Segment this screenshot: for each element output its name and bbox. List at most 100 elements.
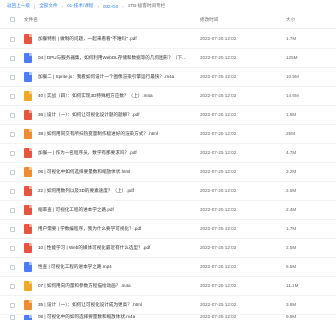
file-name[interactable]: 38 | 如何用同交有所扫热变量制作极进好的渲染方式？.html [38,131,188,137]
file-name[interactable]: 加餐一 | 作为一名程序员，数学有那要求吗？.pdf [38,150,188,156]
file-name[interactable]: 07 | 如何用向内量和参数方程描绘动画？.m4a [38,283,188,289]
file-modified-time: 2022-07-25 12:02 [200,150,237,155]
row-checkbox[interactable] [10,94,15,99]
file-name[interactable]: 35 | 设计（一）：如何让可视化设计成为更高？.html [38,302,188,308]
html-file-icon [24,167,32,177]
breadcrumb-back-link[interactable]: 返回上一级 [6,3,31,9]
breadcrumb-separator: › [97,3,99,9]
file-row[interactable]: 35 | 设计（一）：如何让可视化设计成为更高？.html 2022-07-25… [0,295,336,315]
file-size: 125M [286,55,298,60]
file-list-header: 文件名 修改时间 大小 [0,12,336,29]
breadcrumb-separator: › [122,3,124,9]
html-file-icon [24,300,32,310]
column-header-size[interactable]: 大小 [286,17,295,23]
file-name[interactable]: 22 | 如何用数列以及3D的要素速度？（上）.pdf [38,188,188,194]
file-row[interactable]: 08 | 可视化中的如何选择要量数和缩放体状.m4a 2022-07-25 12… [0,314,336,320]
file-row[interactable]: 10 | 性能学习 | Web的媒体可视化最近有什么选型？.pdf 2022-0… [0,238,336,258]
row-checkbox[interactable] [10,189,15,194]
row-checkbox[interactable] [10,208,15,213]
file-modified-time: 2022-07-25 12:02 [200,55,237,60]
file-row[interactable]: 04 | DPU与服务器集，如何利用WebDL存储和数据等的几何图形？（下）.m… [0,48,336,68]
row-checkbox[interactable] [10,132,15,137]
file-size: 2.5M [286,188,297,193]
file-row[interactable]: 38 | 如何用同交有所扫热变量制作极进好的渲染方式？.html 2022-07… [0,124,336,144]
file-row[interactable]: 07 | 如何用向内量和参数方程描绘动画？.m4a 2022-07-25 12:… [0,276,336,296]
file-row[interactable]: 加餐一 | 作为一名程序员，数学有那要求吗？.pdf 2022-07-25 12… [0,143,336,163]
mp4-file-icon [24,262,32,272]
file-size: 10.9M [286,74,299,79]
pdf-file-icon [24,205,32,215]
column-header-time[interactable]: 修改时间 [200,17,218,23]
breadcrumb: 返回上一级 | 全部文件 › 01-技术/课程 › 002-G0 › 1TB-极… [0,0,336,12]
file-row[interactable]: 40 | 实战（四）：如何实现3D特殊相方应数？（上）.m4a 2022-07-… [0,86,336,106]
breadcrumb-separator: | [33,3,36,9]
breadcrumb-item-current: 1TB-极客时间专栏 [127,3,166,8]
file-size: 3.8M [286,302,297,307]
row-checkbox[interactable] [10,170,15,175]
file-name[interactable]: 缩率查 | 可视化工程的进本学之路.pdf [38,207,188,213]
html-file-icon [24,129,32,139]
row-checkbox[interactable] [10,315,15,320]
pdf-file-icon [24,224,32,234]
file-size: 2.4M [286,207,297,212]
file-name[interactable]: 06 | 可视化中如何选择要量数和缩放体状.html [38,169,188,175]
file-modified-time: 2022-07-25 12:02 [200,93,237,98]
file-row[interactable]: 加餐二 | Sprite.js：我看如何设计一个图像渲染引擎运行最快？.m4a … [0,67,336,87]
mp4-file-icon [24,72,32,82]
column-header-name[interactable]: 文件名 [24,17,38,23]
row-checkbox[interactable] [10,113,15,118]
file-size: 9.9M [286,314,297,319]
file-size: 1.7M [286,226,297,231]
breadcrumb-item-all-files[interactable]: 全部文件 [38,3,58,9]
row-checkbox[interactable] [10,303,15,308]
file-size: 14.6M [286,93,299,98]
select-all-checkbox[interactable] [10,17,15,22]
mp3-file-icon [24,91,32,101]
file-modified-time: 2022-07-25 12:02 [200,188,237,193]
file-size: 6.5M [286,264,297,269]
file-modified-time: 2022-07-25 12:02 [200,302,237,307]
breadcrumb-item-tech-courses[interactable]: 01-技术/课程 [66,3,94,9]
file-modified-time: 2022-07-25 12:02 [200,264,237,269]
file-name[interactable]: 10 | 性能学习 | Web的媒体可视化最近有什么选型？.pdf [38,245,188,251]
file-name[interactable]: 加餐特别 | 做制的问题，一起来看看"不难吗" .pdf [38,36,188,42]
file-name[interactable]: 36 | 设计（一）：如何让可视化设计题的题解？.pdf [38,112,188,118]
file-modified-time: 2022-07-25 12:02 [200,169,237,174]
file-name[interactable]: 40 | 实战（四）：如何实现3D特殊相方应数？（上）.m4a [38,93,188,99]
row-checkbox[interactable] [10,227,15,232]
row-checkbox[interactable] [10,75,15,80]
row-checkbox[interactable] [10,56,15,61]
pdf-file-icon [24,243,32,253]
file-name[interactable]: 性查 | 可视化工程的进本学之路.mp4 [38,264,188,270]
file-name[interactable]: 用户需要 | 学数编程序，我为什么要学可视化？.pdf [38,226,188,232]
row-checkbox[interactable] [10,151,15,156]
file-modified-time: 2022-07-25 12:02 [200,314,237,319]
file-name[interactable]: 加餐二 | Sprite.js：我看如何设计一个图像渲染引擎运行最快？.m4a [38,74,188,80]
file-row[interactable]: 加餐特别 | 做制的问题，一起来看看"不难吗" .pdf 2022-07-25 … [0,29,336,49]
file-modified-time: 2022-07-25 12:02 [200,226,237,231]
pdf-file-icon [24,148,32,158]
row-checkbox[interactable] [10,284,15,289]
breadcrumb-item-go[interactable]: 002-G0 [102,4,119,9]
mp3-file-icon [24,281,32,291]
file-size: 4.7M [286,150,297,155]
file-modified-time: 2022-07-25 12:02 [200,207,237,212]
file-size: 2.5M [286,245,297,250]
pdf-file-icon [24,186,32,196]
file-modified-time: 2022-07-25 12:02 [200,131,237,136]
file-name[interactable]: 04 | DPU与服务器集，如何利用WebDL存储和数据等的几何图形？（下）.m… [38,55,188,61]
file-row[interactable]: 缩率查 | 可视化工程的进本学之路.pdf 2022-07-25 12:02 2… [0,200,336,220]
file-size: 25M [286,131,295,136]
file-row[interactable]: 06 | 可视化中如何选择要量数和缩放体状.html 2022-07-25 12… [0,162,336,182]
file-name[interactable]: 08 | 可视化中的如何选择要量数和缩放体状.m4a [38,314,188,320]
file-row[interactable]: 22 | 如何用数列以及3D的要素速度？（上）.pdf 2022-07-25 1… [0,181,336,201]
file-modified-time: 2022-07-25 12:02 [200,74,237,79]
row-checkbox[interactable] [10,37,15,42]
row-checkbox[interactable] [10,265,15,270]
file-row[interactable]: 性查 | 可视化工程的进本学之路.mp4 2022-07-25 12:02 6.… [0,257,336,277]
file-modified-time: 2022-07-25 12:02 [200,112,237,117]
row-checkbox[interactable] [10,246,15,251]
file-row[interactable]: 用户需要 | 学数编程序，我为什么要学可视化？.pdf 2022-07-25 1… [0,219,336,239]
file-row[interactable]: 36 | 设计（一）：如何让可视化设计题的题解？.pdf 2022-07-25 … [0,105,336,125]
file-size: 11.1M [286,283,299,288]
